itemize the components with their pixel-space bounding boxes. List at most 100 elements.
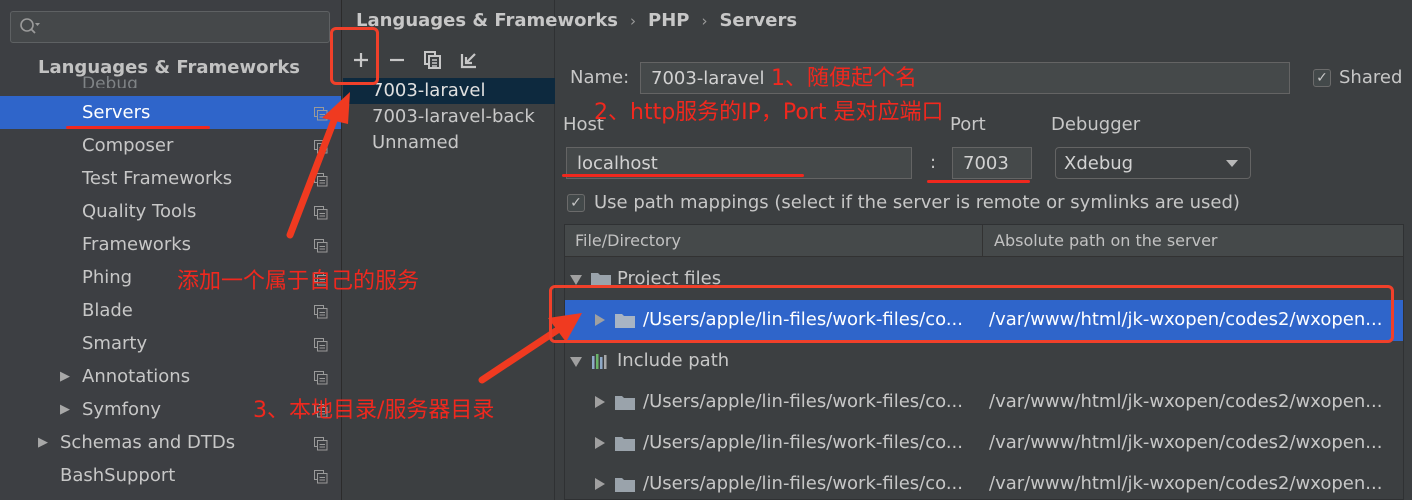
shared-label: Shared xyxy=(1339,67,1403,88)
debugger-select[interactable]: Xdebug xyxy=(1055,147,1251,179)
annotation-step2: 2、http服务的IP，Port 是对应端口 xyxy=(594,100,944,125)
shared-checkbox[interactable]: ✓ Shared xyxy=(1313,67,1402,88)
debugger-value: Xdebug xyxy=(1064,152,1134,174)
name-value: 7003-laravel xyxy=(651,67,765,89)
folder-icon xyxy=(615,394,635,410)
server-list-item[interactable]: Unnamed xyxy=(343,130,555,156)
project-scope-icon xyxy=(314,171,328,187)
local-path-cell[interactable]: /Users/apple/lin-files/work-files/co... xyxy=(643,473,963,494)
sidebar-item-label: Servers xyxy=(82,102,151,123)
name-label: Name: xyxy=(570,67,630,88)
expand-arrow-icon[interactable] xyxy=(595,478,605,490)
server-list-item[interactable]: 7003-laravel-back xyxy=(343,104,555,130)
mapping-group-row[interactable]: Include path xyxy=(565,341,1403,382)
sidebar-item-label: Composer xyxy=(82,135,174,156)
server-path-cell[interactable]: /var/www/html/jk-wxopen/codes2/wxopen... xyxy=(989,473,1382,494)
sidebar-item-label: BashSupport xyxy=(60,465,176,486)
sidebar-item-label: Schemas and DTDs xyxy=(60,432,236,453)
sidebar-item-label: Blade xyxy=(82,300,133,321)
import-server-button[interactable] xyxy=(451,44,487,76)
import-arrow-icon xyxy=(460,53,476,69)
mapping-row[interactable]: /Users/apple/lin-files/work-files/co... /… xyxy=(565,423,1403,464)
expand-arrow-icon[interactable]: ▶ xyxy=(38,435,48,450)
copy-icon xyxy=(424,51,441,69)
sidebar-item-label: Annotations xyxy=(82,366,191,387)
folder-icon xyxy=(615,476,635,492)
settings-sidebar: Debug Languages & Frameworks Servers Comp… xyxy=(0,0,342,500)
column-header-server-path[interactable]: Absolute path on the server xyxy=(984,225,1403,257)
column-header-file-directory[interactable]: File/Directory xyxy=(565,225,983,257)
project-scope-icon xyxy=(314,336,328,352)
sidebar-item-quality-tools[interactable]: Quality Tools xyxy=(0,195,341,228)
folder-icon xyxy=(615,435,635,451)
mapping-row[interactable]: /Users/apple/lin-files/work-files/co... /… xyxy=(565,464,1403,500)
sidebar-item-blade[interactable]: Blade xyxy=(0,294,341,327)
annotation-underline-port xyxy=(927,180,1030,183)
server-path-cell[interactable]: /var/www/html/jk-wxopen/codes2/wxopen... xyxy=(989,432,1382,453)
checkmark-icon: ✓ xyxy=(1313,68,1331,87)
use-path-mappings-checkbox[interactable]: ✓ Use path mappings (select if the serve… xyxy=(567,192,1240,213)
annotation-add-note: 添加一个属于自己的服务 xyxy=(177,269,420,294)
breadcrumb-separator: › xyxy=(701,11,708,30)
server-path-cell[interactable]: /var/www/html/jk-wxopen/codes2/wxopen... xyxy=(989,391,1382,412)
project-scope-icon xyxy=(314,303,328,319)
search-icon xyxy=(20,18,40,34)
name-input[interactable]: 7003-laravel xyxy=(640,62,1290,94)
collapse-arrow-icon[interactable] xyxy=(570,275,582,285)
path-mappings-table: File/Directory Absolute path on the serv… xyxy=(564,224,1404,500)
sidebar-item-frameworks[interactable]: Frameworks xyxy=(0,228,341,261)
port-input[interactable]: 7003 xyxy=(952,147,1032,179)
expand-arrow-icon[interactable] xyxy=(595,437,605,449)
sidebar-item-schemas-and-dtds[interactable]: ▶ Schemas and DTDs xyxy=(0,426,341,459)
minus-icon xyxy=(390,58,404,62)
port-value: 7003 xyxy=(963,152,1009,174)
use-path-mappings-label: Use path mappings (select if the server … xyxy=(594,192,1240,213)
project-scope-icon xyxy=(314,105,328,121)
project-scope-icon xyxy=(314,369,328,385)
breadcrumb-item: Servers xyxy=(719,10,798,31)
project-scope-icon xyxy=(314,468,328,484)
library-icon xyxy=(591,353,611,369)
sidebar-item-composer[interactable]: Composer xyxy=(0,129,341,162)
sidebar-item-smarty[interactable]: Smarty xyxy=(0,327,341,360)
project-scope-icon xyxy=(314,435,328,451)
port-label: Port xyxy=(950,114,986,135)
port-separator: : xyxy=(930,152,937,173)
expand-arrow-icon[interactable] xyxy=(595,396,605,408)
expand-arrow-icon[interactable]: ▶ xyxy=(60,402,70,417)
sidebar-item-test-frameworks[interactable]: Test Frameworks xyxy=(0,162,341,195)
annotation-underline-servers xyxy=(66,126,210,129)
chevron-down-icon xyxy=(1226,160,1238,167)
sidebar-item-label: Smarty xyxy=(82,333,148,354)
checkmark-icon: ✓ xyxy=(567,193,585,212)
expand-arrow-icon[interactable]: ▶ xyxy=(60,369,70,384)
table-header: File/Directory Absolute path on the serv… xyxy=(565,225,1403,257)
remove-server-button[interactable] xyxy=(379,44,415,76)
annotation-box-add-button xyxy=(330,27,379,85)
local-path-cell[interactable]: /Users/apple/lin-files/work-files/co... xyxy=(643,391,963,412)
breadcrumb: Languages & Frameworks › PHP › Servers xyxy=(356,10,797,31)
sidebar-item-label: Quality Tools xyxy=(82,201,197,222)
collapse-arrow-icon[interactable] xyxy=(570,357,582,367)
sidebar-item-label: Phing xyxy=(82,267,133,288)
settings-search-input[interactable] xyxy=(10,11,330,43)
local-path-cell[interactable]: /Users/apple/lin-files/work-files/co... xyxy=(643,432,963,453)
project-scope-icon xyxy=(314,138,328,154)
mapping-group-label: Include path xyxy=(617,350,730,371)
breadcrumb-item[interactable]: PHP xyxy=(648,10,689,31)
project-scope-icon xyxy=(314,237,328,253)
sidebar-item-label: Frameworks xyxy=(82,234,192,255)
breadcrumb-item[interactable]: Languages & Frameworks xyxy=(356,10,618,31)
annotation-box-mapping-row xyxy=(549,285,1394,343)
annotation-step3: 3、本地目录/服务器目录 xyxy=(253,398,495,423)
annotation-underline-host xyxy=(562,174,804,177)
sidebar-item-servers[interactable]: Servers xyxy=(0,96,341,129)
mapping-row[interactable]: /Users/apple/lin-files/work-files/co... /… xyxy=(565,382,1403,423)
annotation-step1: 1、随便起个名 xyxy=(771,66,917,91)
host-value: localhost xyxy=(577,152,658,174)
sidebar-sticky-header: Languages & Frameworks xyxy=(38,57,301,78)
sidebar-item-annotations[interactable]: ▶ Annotations xyxy=(0,360,341,393)
copy-server-button[interactable] xyxy=(415,44,451,76)
sidebar-item-bashsupport[interactable]: BashSupport xyxy=(0,459,341,492)
breadcrumb-separator: › xyxy=(630,11,637,30)
